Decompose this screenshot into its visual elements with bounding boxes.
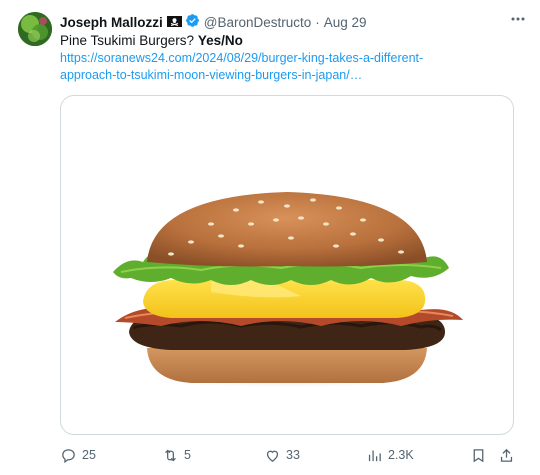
retweet-count: 5 — [184, 448, 191, 462]
tweet-text: Pine Tsukimi Burgers? Yes/No — [60, 32, 520, 50]
author-name[interactable]: Joseph Mallozzi — [60, 15, 163, 30]
like-button[interactable]: 33 — [264, 445, 300, 465]
verified-badge-icon — [185, 13, 200, 31]
article-link-line-1[interactable]: https://soranews24.com/2024/08/29/burger… — [60, 50, 515, 67]
more-icon[interactable] — [508, 9, 528, 29]
tweet: Joseph Mallozzi @BaronDestructo · Aug 29 — [0, 0, 540, 475]
reply-button[interactable]: 25 — [60, 445, 96, 465]
like-count: 33 — [286, 448, 300, 462]
bookmark-icon — [470, 447, 487, 464]
tweet-media-burger-photo[interactable] — [60, 95, 514, 435]
avatar[interactable] — [18, 12, 52, 46]
article-link[interactable]: https://soranews24.com/2024/08/29/burger… — [60, 50, 515, 84]
views-icon — [366, 447, 383, 464]
heart-icon — [264, 447, 281, 464]
tweet-header: Joseph Mallozzi @BaronDestructo · Aug 29 — [60, 13, 520, 31]
views-button[interactable]: 2.3K — [366, 445, 414, 465]
tweet-text-plain: Pine Tsukimi Burgers? — [60, 33, 195, 48]
article-link-line-2[interactable]: approach-to-tsukimi-moon-viewing-burgers… — [60, 67, 515, 84]
reply-icon — [60, 447, 77, 464]
retweet-icon — [162, 447, 179, 464]
retweet-button[interactable]: 5 — [162, 445, 191, 465]
share-button[interactable] — [498, 445, 515, 465]
share-icon — [498, 447, 515, 464]
tweet-actions: 25 5 33 2.3K — [60, 445, 520, 465]
reply-count: 25 — [82, 448, 96, 462]
views-count: 2.3K — [388, 448, 414, 462]
tweet-date[interactable]: Aug 29 — [324, 15, 367, 30]
pirate-flag-icon — [166, 15, 182, 30]
bookmark-button[interactable] — [470, 445, 487, 465]
tweet-text-bold: Yes/No — [197, 33, 243, 48]
separator-dot: · — [315, 14, 320, 30]
author-handle[interactable]: @BaronDestructo — [204, 15, 312, 30]
